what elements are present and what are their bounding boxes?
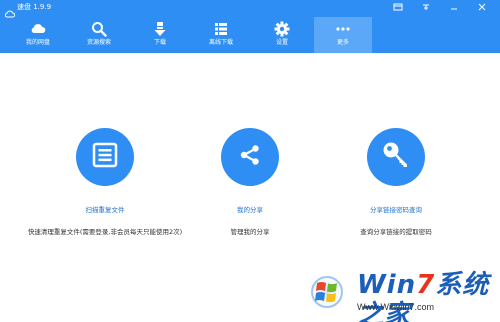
feature-title[interactable]: 我的分享	[180, 206, 320, 215]
cloud-icon	[30, 21, 46, 37]
watermark-brand-main: Win	[357, 270, 417, 300]
minimize-icon[interactable]	[440, 2, 468, 12]
nav-settings[interactable]: 设置	[253, 17, 311, 53]
window-controls	[384, 2, 496, 12]
scan-duplicates-button[interactable]	[76, 128, 134, 186]
watermark-brand: Win7系统之家	[357, 270, 495, 322]
nav-offline-download[interactable]: 离线下载	[192, 17, 250, 53]
share-password-query-button[interactable]	[367, 128, 425, 186]
nav-label: 更多	[336, 39, 349, 46]
download-icon	[152, 21, 168, 37]
gear-icon	[274, 21, 290, 37]
feature-title[interactable]: 扫描重复文件	[35, 206, 175, 215]
search-icon	[91, 21, 107, 37]
app-header: 速盘 1.9.9 我的网盘 资源搜索 下载 离线下载 设置 更多	[0, 0, 500, 53]
nav-label: 设置	[275, 39, 288, 46]
menu-icon[interactable]	[384, 2, 412, 12]
more-icon	[335, 21, 351, 37]
feature-title[interactable]: 分享链接密码查询	[326, 206, 466, 215]
document-icon	[91, 141, 119, 173]
nav-resource-search[interactable]: 资源搜索	[70, 17, 128, 53]
share-icon	[236, 141, 264, 173]
nav-download[interactable]: 下载	[131, 17, 189, 53]
restore-icon[interactable]	[412, 2, 440, 12]
windows-logo-icon	[303, 270, 351, 314]
list-icon	[213, 21, 229, 37]
title-bar: 速盘 1.9.9	[0, 0, 500, 18]
nav-label: 我的网盘	[25, 39, 50, 46]
close-icon[interactable]	[468, 2, 496, 12]
cloud-logo-icon	[4, 3, 16, 18]
nav-label: 离线下载	[208, 39, 233, 46]
nav-more[interactable]: 更多	[314, 17, 372, 53]
nav-label: 资源搜索	[86, 39, 111, 46]
main-nav: 我的网盘 资源搜索 下载 离线下载 设置 更多	[0, 17, 500, 53]
feature-description: 查询分享链接的提取密码	[360, 228, 432, 236]
nav-label: 下载	[153, 39, 166, 46]
key-icon	[380, 139, 412, 175]
my-share-button[interactable]	[221, 128, 279, 186]
watermark-brand-seven: 7	[416, 270, 436, 300]
nav-my-disk[interactable]: 我的网盘	[9, 17, 67, 53]
watermark: Win7系统之家 Www.Winwin7.com	[303, 270, 495, 322]
watermark-url: Www.Winwin7.com	[357, 302, 435, 312]
app-title: 速盘 1.9.9	[17, 3, 52, 11]
